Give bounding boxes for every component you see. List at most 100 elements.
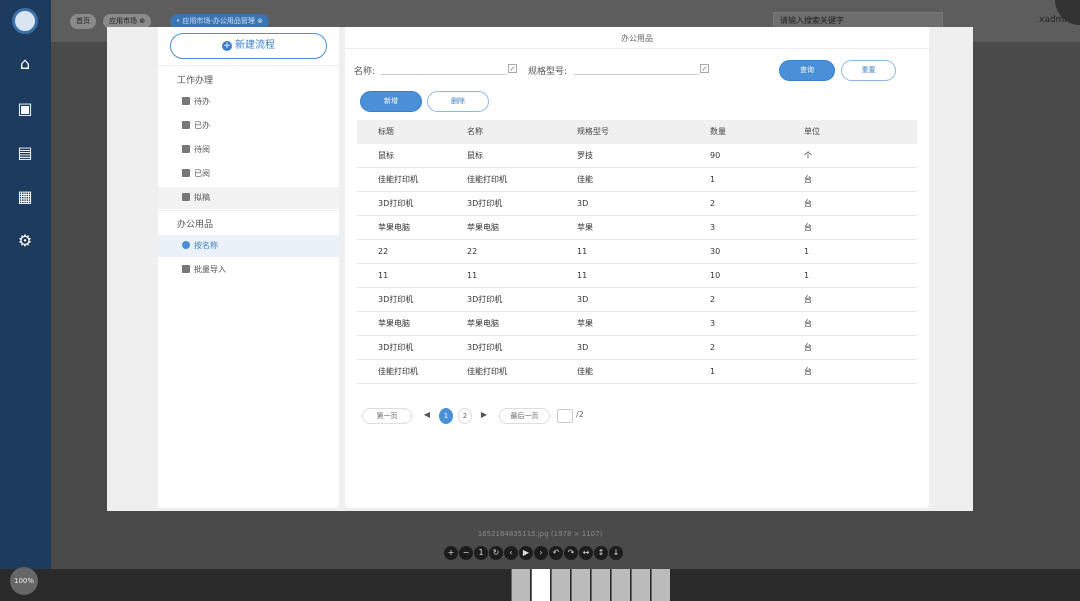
page-1-button[interactable]: 1 (439, 408, 453, 424)
table-cell: 台 (804, 343, 812, 352)
table-header: 标题 名称 规格型号 数量 单位 (357, 120, 917, 144)
rotate-left-icon[interactable]: ↶ (549, 546, 563, 560)
plus-icon: + (222, 41, 232, 51)
col-header-model[interactable]: 规格型号 (577, 120, 710, 144)
menu-item-draft[interactable]: 拟稿 (158, 187, 339, 209)
next-icon[interactable]: › (534, 546, 548, 560)
panel-title: 办公用品 (621, 34, 653, 43)
flip-horizontal-icon[interactable]: ↔ (579, 546, 593, 560)
col-header-unit[interactable]: 单位 (804, 120, 917, 144)
rotate-right-icon[interactable]: ↷ (564, 546, 578, 560)
download-icon[interactable]: ↓ (609, 546, 623, 560)
table-cell: 11 (577, 247, 588, 256)
next-page-icon[interactable]: ▶ (478, 408, 490, 424)
new-flow-button[interactable]: + 新建流程 (170, 33, 327, 59)
prev-icon[interactable]: ‹ (504, 546, 518, 560)
add-button[interactable]: 新增 (360, 91, 422, 112)
thumbnail[interactable] (611, 569, 630, 601)
thumbnail-active[interactable] (531, 569, 550, 601)
table-body: 鼠标 鼠标 罗技 90 个佳能打印机 佳能打印机 佳能 1 台 3D打印机 3D打印机 3D 2 台苹果电… (357, 144, 917, 384)
thumbnail[interactable] (591, 569, 610, 601)
table-cell: 22 (467, 247, 478, 256)
user-settings-icon[interactable]: ⚙ (15, 232, 35, 250)
flip-vertical-icon[interactable]: ↕ (594, 546, 608, 560)
monitor-icon[interactable]: ▣ (15, 100, 35, 118)
reset-icon[interactable]: ↻ (489, 546, 503, 560)
table-cell: 10 (710, 271, 721, 280)
reset-button[interactable]: 重置 (841, 60, 896, 81)
table-row[interactable]: 佳能打印机 佳能打印机 佳能 1 台 (357, 360, 917, 384)
menu-item-by-name[interactable]: 按名称 (158, 235, 339, 257)
col-header-quantity[interactable]: 数量 (710, 120, 804, 144)
delete-button[interactable]: 删除 (427, 91, 489, 112)
table-row[interactable]: 3D打印机 3D打印机 3D 2 台 (357, 288, 917, 312)
table-cell: 22 (378, 247, 389, 256)
last-page-button[interactable]: 最后一页 (499, 408, 550, 424)
news-icon[interactable]: ▤ (15, 144, 35, 162)
thumbnail[interactable] (551, 569, 570, 601)
table-row[interactable]: 佳能打印机 佳能打印机 佳能 1 台 (357, 168, 917, 192)
app-sidebar: ⌂ ▣ ▤ ▦ ⚙ (0, 0, 51, 601)
thumbnail[interactable] (571, 569, 590, 601)
page-2-button[interactable]: 2 (458, 408, 472, 424)
table-cell: 3D (577, 295, 589, 304)
table-row[interactable]: 11 11 11 10 1 (357, 264, 917, 288)
app-logo (12, 8, 38, 34)
table-cell: 佳能 (577, 175, 593, 184)
calendar-icon[interactable]: ▦ (15, 188, 35, 206)
page-jump-input[interactable] (557, 409, 573, 423)
name-filter-input[interactable] (381, 63, 506, 75)
table-cell: 3 (710, 319, 716, 328)
name-filter-checkbox[interactable]: ✓ (508, 64, 517, 73)
table-cell: 3D (577, 199, 589, 208)
actual-size-icon[interactable]: 1 (474, 546, 488, 560)
table-cell: 苹果 (577, 319, 593, 328)
model-filter-checkbox[interactable]: ✓ (700, 64, 709, 73)
table-cell: 台 (804, 319, 812, 328)
table-cell: 3D打印机 (467, 295, 503, 304)
table-row[interactable]: 苹果电脑 苹果电脑 苹果 3 台 (357, 216, 917, 240)
thumbnail[interactable] (511, 569, 530, 601)
table-cell: 苹果电脑 (467, 223, 499, 232)
done-icon (182, 121, 190, 129)
draft-icon (182, 193, 190, 201)
table-cell: 11 (577, 271, 588, 280)
thumbnail[interactable] (651, 569, 670, 601)
tab-home[interactable]: 首页 (70, 14, 96, 29)
table-cell: 鼠标 (378, 151, 394, 160)
table-cell: 2 (710, 295, 716, 304)
table-row[interactable]: 苹果电脑 苹果电脑 苹果 3 台 (357, 312, 917, 336)
table-cell: 台 (804, 295, 812, 304)
table-row[interactable]: 3D打印机 3D打印机 3D 2 台 (357, 336, 917, 360)
col-header-title[interactable]: 标题 (357, 120, 467, 144)
menu-item-done[interactable]: 已办 (158, 115, 339, 137)
table-cell: 3D打印机 (467, 199, 503, 208)
menu-item-batch-import[interactable]: 批量导入 (158, 259, 339, 281)
col-header-name[interactable]: 名称 (467, 120, 577, 144)
first-page-button[interactable]: 第一页 (362, 408, 412, 424)
table-cell: 2 (710, 199, 716, 208)
table-row[interactable]: 鼠标 鼠标 罗技 90 个 (357, 144, 917, 168)
table-cell: 3D打印机 (467, 343, 503, 352)
play-icon[interactable]: ▶ (519, 546, 533, 560)
model-filter-input[interactable] (574, 63, 698, 75)
zoom-in-icon[interactable]: + (444, 546, 458, 560)
menu-item-todo[interactable]: 待办 (158, 91, 339, 113)
table-cell: 苹果电脑 (378, 223, 410, 232)
table-cell: 11 (467, 271, 478, 280)
menu-item-read[interactable]: 已阅 (158, 163, 339, 185)
prev-page-icon[interactable]: ◀ (421, 408, 433, 424)
filmstrip (0, 569, 1080, 601)
query-button[interactable]: 查询 (779, 60, 835, 81)
home-icon[interactable]: ⌂ (15, 55, 35, 73)
zoom-out-icon[interactable]: − (459, 546, 473, 560)
table-row[interactable]: 3D打印机 3D打印机 3D 2 台 (357, 192, 917, 216)
image-viewer-modal: + 新建流程 工作办理 待办 已办 待阅 已阅 拟稿 办公用品 按名称 批量导入 … (107, 27, 973, 511)
thumbnail[interactable] (631, 569, 650, 601)
table-cell: 苹果 (577, 223, 593, 232)
table-row[interactable]: 22 22 11 30 1 (357, 240, 917, 264)
menu-item-to-read[interactable]: 待阅 (158, 139, 339, 161)
import-icon (182, 265, 190, 273)
viewer-file-info: 1652164835115.jpg (1978 × 1107) (477, 530, 603, 538)
eye-icon (182, 169, 190, 177)
